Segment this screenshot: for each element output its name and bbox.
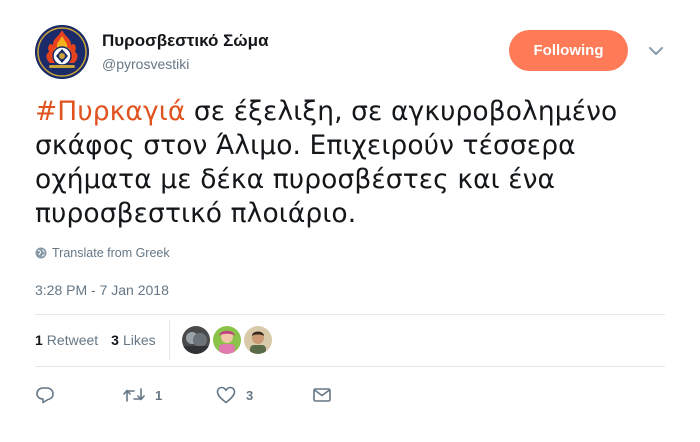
divider: [35, 366, 665, 367]
stats-separator: [168, 320, 170, 360]
tweet-stats: 1 Retweet 3 Likes: [35, 315, 275, 365]
retweets-count: 1: [35, 332, 43, 348]
liker-avatar[interactable]: [212, 326, 241, 354]
retweet-icon: [123, 388, 145, 402]
tweet-text: #Πυρκαγιά σε έξελιξη, σε αγκυροβολημένο …: [35, 95, 675, 231]
author-display-name[interactable]: Πυροσβεστικό Σώμα: [102, 31, 269, 51]
liker-avatar[interactable]: [181, 326, 210, 354]
like-count: 3: [246, 387, 254, 403]
like-button[interactable]: 3: [216, 386, 312, 404]
likes-count: 3: [111, 332, 119, 348]
likes-stat[interactable]: 3 Likes: [111, 332, 155, 348]
reply-button[interactable]: [35, 386, 123, 404]
retweets-label: Retweet: [46, 332, 99, 348]
hashtag-link[interactable]: #Πυρκαγιά: [35, 96, 185, 127]
liker-avatar-image: [181, 326, 210, 354]
tweet-card: Πυροσβεστικό Σώμα @pyrosvestiki Followin…: [0, 0, 700, 442]
liker-avatar-image: [212, 326, 241, 354]
heart-icon: [216, 386, 236, 404]
tweet-timestamp[interactable]: 3:28 PM - 7 Jan 2018: [35, 282, 169, 298]
retweet-button[interactable]: 1: [123, 387, 216, 403]
fire-service-emblem-icon: [35, 25, 89, 79]
reply-icon: [36, 387, 54, 404]
retweet-count: 1: [155, 387, 163, 403]
following-button[interactable]: Following: [509, 30, 628, 71]
liker-avatar-image: [243, 326, 272, 354]
globe-icon: [35, 247, 47, 259]
likes-label: Likes: [122, 332, 156, 348]
author-handle[interactable]: @pyrosvestiki: [102, 56, 189, 72]
chevron-down-icon[interactable]: [648, 44, 664, 58]
translate-link[interactable]: Translate from Greek: [35, 246, 170, 260]
direct-message-button[interactable]: [312, 387, 332, 403]
envelope-icon: [313, 388, 331, 402]
action-bar: 1 3: [35, 380, 332, 410]
retweets-stat[interactable]: 1 Retweet: [35, 332, 98, 348]
translate-label: Translate from Greek: [52, 246, 170, 260]
avatar[interactable]: [35, 25, 89, 79]
liker-avatar[interactable]: [243, 326, 272, 354]
